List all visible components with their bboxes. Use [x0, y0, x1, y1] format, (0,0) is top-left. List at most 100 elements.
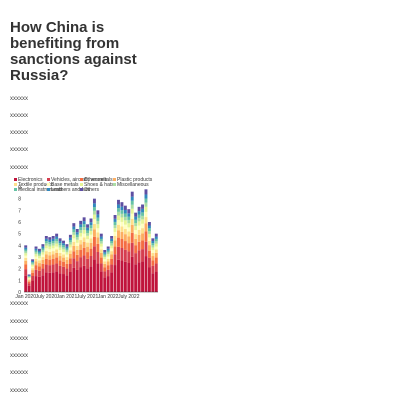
bar-segment: [117, 220, 120, 225]
bar-segment: [27, 283, 31, 286]
bar-segment: [34, 261, 38, 266]
bar-segment: [41, 257, 45, 260]
bar-segment: [113, 225, 117, 229]
bar-segment: [154, 243, 158, 247]
bar-segment: [144, 198, 148, 203]
legend-swatch: [80, 188, 83, 191]
bar-segment: [130, 232, 134, 243]
bar-segment: [65, 257, 69, 260]
filler-text: xxxxxx: [10, 353, 28, 359]
bar-segment: [137, 241, 141, 251]
bar-segment: [134, 264, 138, 292]
bar-segment: [127, 251, 131, 264]
bar-segment: [151, 243, 155, 246]
bar-segment: [62, 243, 65, 246]
bar-segment: [151, 247, 155, 251]
bar-segment: [147, 228, 151, 232]
filler-text: xxxxxx: [10, 113, 28, 119]
bar-segment: [24, 251, 28, 254]
bar-segment: [24, 260, 28, 265]
bar-segment: [72, 241, 76, 246]
bar-segment: [86, 235, 90, 240]
bar-segment: [92, 246, 96, 260]
bar-segment: [51, 241, 55, 244]
bar-segment: [134, 238, 138, 246]
bar-segment: [96, 220, 100, 225]
bar-segment: [103, 259, 107, 262]
bar-segment: [38, 263, 41, 267]
bar-segment: [72, 234, 76, 239]
bar-segment: [144, 217, 148, 224]
bar-segment: [123, 249, 127, 262]
bar-segment: [154, 249, 158, 253]
bar-segment: [58, 238, 62, 242]
legend-swatch: [14, 178, 17, 181]
y-tick-label: 8: [18, 197, 21, 203]
bar-segment: [110, 236, 114, 239]
bar-segment: [117, 215, 120, 221]
bar-segment: [38, 256, 41, 259]
bar-segment: [82, 227, 86, 231]
bar-segment: [44, 245, 48, 249]
bar-segment: [82, 265, 86, 292]
bar-segment: [86, 239, 90, 243]
bar-segment: [92, 198, 96, 204]
bar-segment: [55, 263, 59, 272]
bar-segment: [65, 263, 69, 269]
bar-segment: [130, 224, 134, 233]
bar-segment: [41, 252, 45, 255]
bar-segment: [72, 251, 76, 259]
bar-segment: [51, 248, 55, 252]
legend-swatch: [80, 183, 83, 186]
bar-segment: [34, 269, 38, 277]
bar-segment: [106, 256, 110, 259]
bar-segment: [62, 247, 65, 250]
bar-segment: [127, 231, 131, 237]
bar-segment: [147, 250, 151, 258]
bar-segment: [113, 231, 117, 236]
bar-segment: [110, 258, 114, 265]
y-tick-label: 9: [18, 185, 21, 191]
bar-segment: [41, 246, 45, 249]
bar-segment: [62, 266, 65, 275]
x-tick-label: July 2021: [77, 294, 99, 300]
bar-segment: [58, 260, 62, 266]
bar-segment: [51, 254, 55, 259]
bar-segment: [151, 241, 155, 244]
bar-segment: [92, 214, 96, 220]
bar-segment: [51, 238, 55, 242]
bar-segment: [130, 242, 134, 257]
bar-segment: [103, 253, 107, 256]
bar-segment: [27, 277, 31, 279]
bar-segment: [127, 213, 131, 217]
bar-segment: [110, 243, 114, 246]
filler-text: xxxxxx: [10, 130, 28, 136]
bar-segment: [27, 281, 31, 284]
bar-segment: [34, 258, 38, 262]
bar-segment: [120, 226, 124, 232]
y-tick-label: 1: [18, 278, 21, 284]
bar-segment: [48, 265, 52, 273]
bar-segment: [117, 237, 120, 247]
bar-segment: [134, 230, 138, 235]
bar-segment: [103, 267, 107, 272]
bar-segment: [137, 234, 141, 242]
bar-segment: [75, 249, 79, 255]
bar-segment: [144, 189, 148, 195]
bar-segment: [68, 242, 72, 245]
bar-segment: [144, 231, 148, 242]
bar-segment: [31, 272, 35, 276]
bar-segment: [141, 212, 144, 216]
x-tick-label: Jan 2020: [15, 294, 36, 300]
x-tick-label: Jan 2022: [98, 294, 119, 300]
bar-segment: [79, 227, 83, 231]
bar-segment: [27, 278, 31, 280]
bar-segment: [82, 237, 86, 242]
bar-segment: [110, 245, 114, 249]
bar-segment: [55, 243, 59, 247]
bar-segment: [106, 248, 110, 251]
bar-segment: [44, 254, 48, 259]
bar-segment: [154, 263, 158, 272]
bar-segment: [38, 270, 41, 277]
bar-segment: [75, 246, 79, 250]
